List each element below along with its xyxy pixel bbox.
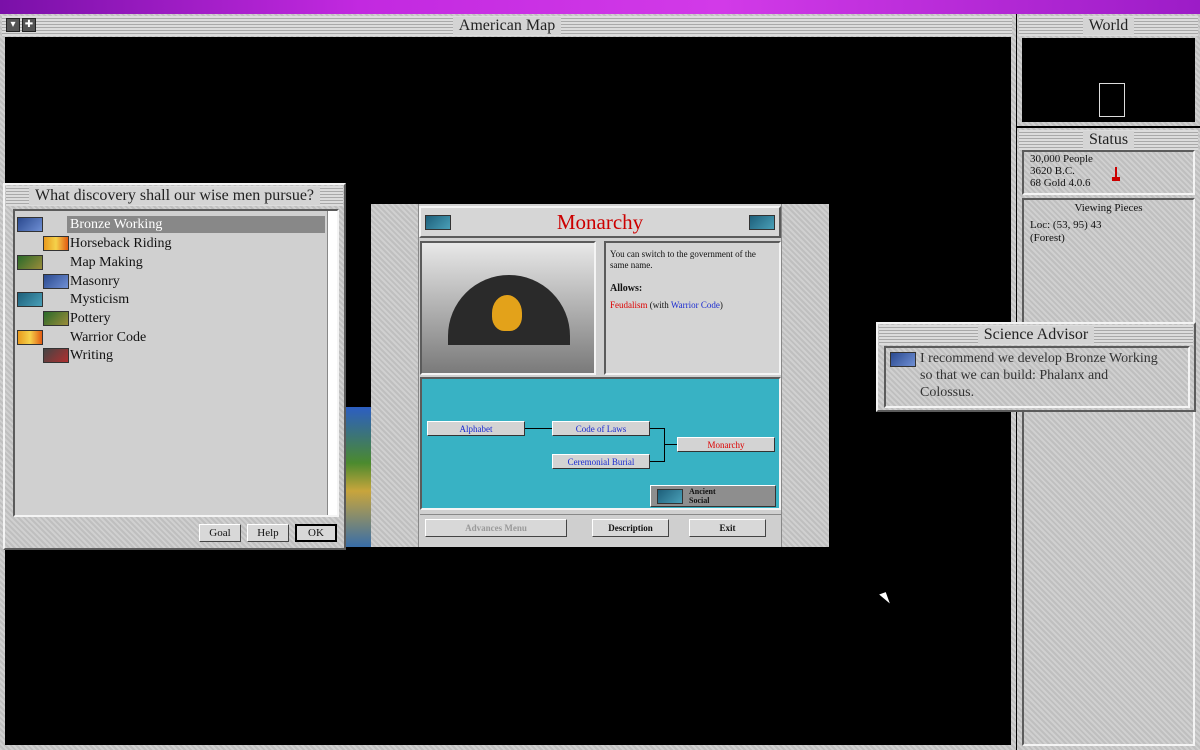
allows-with-text: (with: [649, 300, 669, 310]
warrior-code-icon: [17, 330, 43, 345]
monarchy-crest-dome: [448, 275, 570, 345]
allows-label: Allows:: [610, 283, 643, 294]
terrain-readout: (Forest): [1030, 232, 1065, 244]
discovery-item-label: Pottery: [70, 311, 111, 326]
discovery-item-label: Horseback Riding: [70, 236, 172, 251]
civilopedia-inner: Monarchy You can switch to the governmen…: [418, 204, 782, 547]
discovery-item-label: Writing: [70, 348, 113, 363]
era-label: Ancient: [689, 487, 716, 496]
discovery-list-scrollbar[interactable]: [327, 211, 337, 515]
discovery-item-label: Bronze Working: [70, 217, 163, 232]
discovery-item-bronze-working[interactable]: Bronze Working: [67, 216, 325, 233]
top-strip: [0, 0, 1200, 14]
science-advisor-dialog: Science Advisor I recommend we develop B…: [876, 322, 1196, 412]
advances-menu-button[interactable]: Advances Menu: [425, 519, 567, 537]
tree-connector: [664, 428, 665, 462]
advance-era-icon-right: [749, 215, 775, 230]
advance-title: Monarchy: [556, 210, 644, 234]
main-map-titlebar: American Map: [2, 16, 1012, 36]
civilopedia-window: Monarchy You can switch to the governmen…: [371, 204, 829, 547]
research-progress-icon: [1112, 167, 1120, 181]
era-category-badge: Ancient Social: [650, 485, 776, 507]
tree-node-code-of-laws[interactable]: Code of Laws: [552, 421, 650, 436]
advance-picture: [420, 241, 596, 375]
status-info-box: 30,000 People 3620 B.C. 68 Gold 4.0.6: [1022, 150, 1195, 195]
writing-icon: [43, 348, 69, 363]
science-advisor-title: Science Advisor: [977, 326, 1095, 344]
category-label: Social: [689, 496, 710, 505]
discovery-list[interactable]: Bronze Working Horseback Riding Map Maki…: [13, 209, 339, 517]
status-titlebar: Status: [1019, 130, 1198, 150]
mysticism-icon: [17, 292, 43, 307]
unicorn-icon: [492, 295, 522, 331]
world-panel: World: [1017, 14, 1200, 126]
world-title: World: [1082, 17, 1135, 35]
horseback-riding-icon: [43, 236, 69, 251]
main-map-title: American Map: [452, 17, 562, 35]
world-minimap[interactable]: [1022, 38, 1195, 122]
advance-description-box: You can switch to the government of the …: [604, 241, 781, 375]
ancient-era-icon: [657, 489, 683, 504]
map-making-icon: [17, 255, 43, 270]
status-panel: Status 30,000 People 3620 B.C. 68 Gold 4…: [1017, 128, 1200, 750]
zoom-out-icon: ✚: [24, 19, 34, 30]
bronze-working-icon: [890, 352, 916, 367]
tree-connector: [650, 428, 664, 429]
science-advisor-body: I recommend we develop Bronze Working so…: [884, 346, 1190, 408]
discovery-item-label: Masonry: [70, 274, 120, 289]
zoom-in-icon: ▾: [10, 19, 16, 30]
discovery-item-label: Map Making: [70, 255, 143, 270]
bronze-working-icon: [17, 217, 43, 232]
people-count: 30,000 People: [1030, 153, 1093, 165]
science-advisor-message: I recommend we develop Bronze Working so…: [920, 351, 1158, 400]
research-dialog-titlebar: What discovery shall our wise men pursue…: [6, 186, 343, 206]
gold-display: 68 Gold 4.0.6: [1030, 177, 1091, 189]
research-dialog-title: What discovery shall our wise men pursue…: [28, 187, 321, 205]
location-readout: Loc: (53, 95) 43: [1030, 219, 1102, 231]
goal-button[interactable]: Goal: [199, 524, 241, 542]
tree-node-monarchy[interactable]: Monarchy: [677, 437, 775, 452]
science-advisor-titlebar: Science Advisor: [879, 325, 1193, 345]
allows-feudalism-link[interactable]: Feudalism: [610, 300, 648, 310]
ok-button[interactable]: OK: [295, 524, 337, 542]
tree-connector: [664, 444, 677, 445]
tree-connector: [650, 461, 664, 462]
tree-node-alphabet[interactable]: Alphabet: [427, 421, 525, 436]
allows-close-paren: ): [719, 300, 723, 310]
minimap-viewport[interactable]: [1099, 83, 1125, 117]
discovery-item-warrior-code[interactable]: Warrior Code: [67, 329, 325, 346]
allows-warrior-code-link[interactable]: Warrior Code: [671, 300, 720, 310]
advance-title-bar: Monarchy: [419, 206, 781, 238]
discovery-item-horseback-riding[interactable]: Horseback Riding: [67, 235, 325, 252]
tree-connector: [525, 428, 552, 429]
discovery-item-label: Warrior Code: [70, 330, 147, 345]
status-title: Status: [1082, 131, 1135, 149]
discovery-item-masonry[interactable]: Masonry: [67, 273, 325, 290]
research-dialog: What discovery shall our wise men pursue…: [3, 183, 346, 550]
help-button[interactable]: Help: [247, 524, 289, 542]
map-zoom-out-button[interactable]: ✚: [22, 18, 36, 32]
world-titlebar: World: [1019, 16, 1198, 36]
discovery-item-writing[interactable]: Writing: [67, 347, 325, 364]
discovery-item-pottery[interactable]: Pottery: [67, 310, 325, 327]
allows-row: Feudalism (with Warrior Code): [610, 300, 775, 311]
year-display: 3620 B.C.: [1030, 165, 1075, 177]
pottery-icon: [43, 311, 69, 326]
discovery-item-mysticism[interactable]: Mysticism: [67, 291, 325, 308]
viewing-pieces-box[interactable]: Viewing Pieces Loc: (53, 95) 43 (Forest): [1022, 198, 1195, 746]
discovery-item-map-making[interactable]: Map Making: [67, 254, 325, 271]
exit-button[interactable]: Exit: [689, 519, 766, 537]
tree-node-ceremonial-burial[interactable]: Ceremonial Burial: [552, 454, 650, 469]
viewing-pieces-title: Viewing Pieces: [1074, 202, 1143, 214]
description-button[interactable]: Description: [592, 519, 669, 537]
discovery-item-label: Mysticism: [70, 292, 130, 307]
tech-tree: Alphabet Code of Laws Ceremonial Burial …: [420, 377, 781, 510]
advance-description: You can switch to the government of the …: [610, 249, 756, 270]
map-zoom-in-button[interactable]: ▾: [6, 18, 20, 32]
masonry-icon: [43, 274, 69, 289]
